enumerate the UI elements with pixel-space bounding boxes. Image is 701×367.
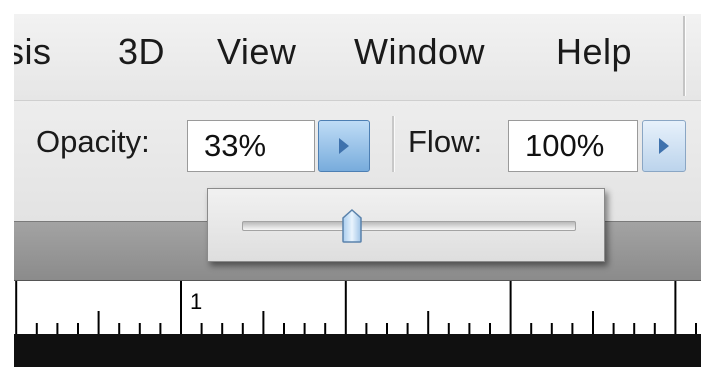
menu-bar: sis 3D View Window Help <box>14 14 701 101</box>
menu-window[interactable]: Window <box>354 32 485 72</box>
ruler-ticks <box>15 281 697 335</box>
horizontal-ruler: 1 <box>14 280 701 335</box>
canvas-area <box>14 334 701 367</box>
flow-label: Flow: <box>408 124 483 159</box>
opacity-label: Opacity: <box>36 124 150 159</box>
menu-help[interactable]: Help <box>556 32 632 72</box>
flow-field[interactable]: 100% <box>508 120 638 172</box>
options-separator <box>392 116 394 172</box>
opacity-slider-thumb[interactable] <box>341 208 363 243</box>
photoshop-window: sis 3D View Window Help Opacity: 33% Flo… <box>14 14 701 367</box>
triangle-right-icon <box>659 138 669 154</box>
menu-analysis[interactable]: sis <box>14 32 52 72</box>
menu-3d[interactable]: 3D <box>118 32 165 72</box>
flow-popup-button[interactable] <box>642 120 686 172</box>
menu-separator <box>683 16 685 96</box>
opacity-slider-popup <box>207 188 605 262</box>
slider-thumb-icon <box>341 208 362 243</box>
opacity-slider-track[interactable] <box>242 221 576 231</box>
menu-view[interactable]: View <box>217 32 296 72</box>
ruler-label: 1 <box>190 289 203 314</box>
opacity-field[interactable]: 33% <box>187 120 315 172</box>
opacity-popup-button[interactable] <box>318 120 370 172</box>
triangle-right-icon <box>339 138 349 154</box>
